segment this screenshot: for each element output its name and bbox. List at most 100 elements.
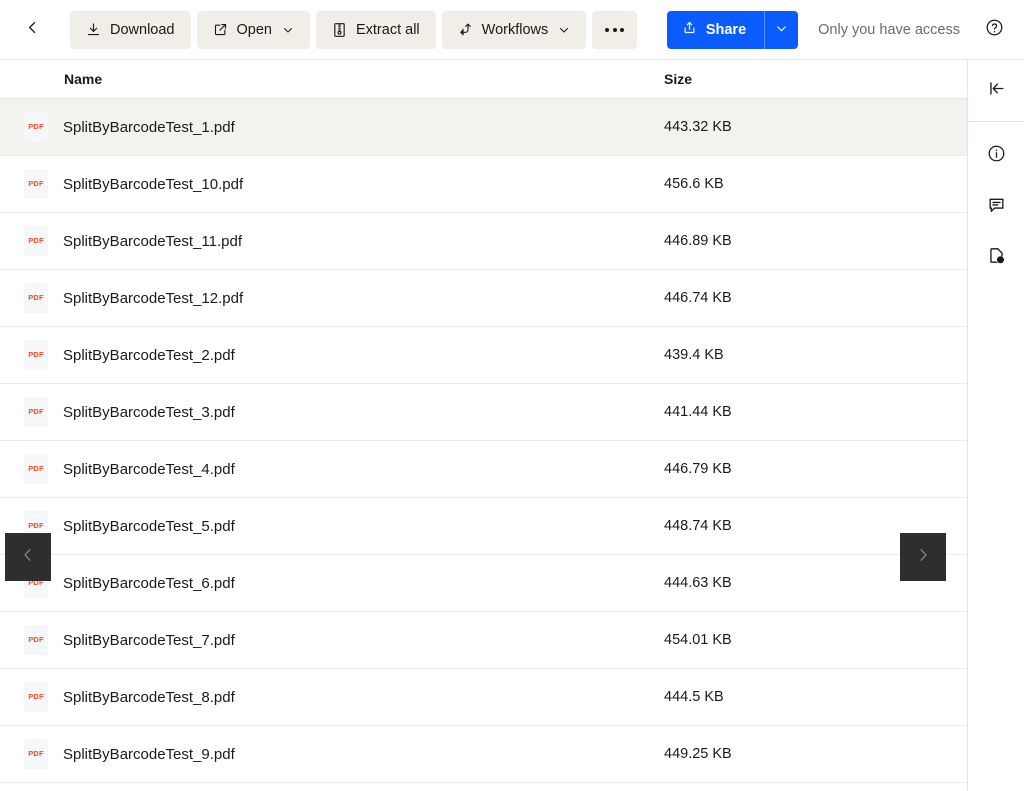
file-name-label: SplitByBarcodeTest_10.pdf	[63, 176, 243, 193]
table-row[interactable]: PDFSplitByBarcodeTest_3.pdf441.44 KB	[0, 384, 967, 441]
table-row[interactable]: PDF SplitByBarcodeTest_4.pdf 446.79 KB	[0, 441, 967, 498]
pdf-file-icon-label: PDF	[28, 465, 44, 473]
sidebar-item-info[interactable]	[979, 139, 1013, 173]
extract-all-button[interactable]: Extract all	[316, 11, 436, 49]
pdf-file-icon-label: PDF	[28, 693, 44, 701]
file-size-label: 446.89 KB	[650, 233, 967, 249]
table-row[interactable]: PDF SplitByBarcodeTest_5.pdf 448.74 KB	[0, 498, 967, 555]
table-row[interactable]: PDFSplitByBarcodeTest_11.pdf446.89 KB	[0, 213, 967, 270]
share-button[interactable]: Share	[667, 11, 764, 49]
file-name-label: SplitByBarcodeTest_8.pdf	[63, 689, 235, 706]
file-name-cell: PDF SplitByBarcodeTest_9.pdf	[0, 739, 650, 769]
file-name-cell: PDF SplitByBarcodeTest_4.pdf	[0, 454, 650, 484]
table-row[interactable]: PDFSplitByBarcodeTest_6.pdf444.63 KB	[0, 555, 967, 612]
pdf-file-icon-label: PDF	[28, 180, 44, 188]
chevron-left-icon	[19, 546, 37, 569]
file-name-label: SplitByBarcodeTest_3.pdf	[63, 404, 235, 421]
file-list-pane: Name Size PDF SplitByBarcodeTest_1.pdf 443…	[0, 60, 968, 791]
file-size-label: 448.74 KB	[650, 518, 967, 534]
file-size-label: 446.74 KB	[650, 290, 967, 306]
content-area: Name Size PDF SplitByBarcodeTest_1.pdf 443…	[0, 60, 1024, 791]
pdf-file-icon: PDF	[24, 397, 48, 427]
file-size-label: 444.5 KB	[650, 689, 967, 705]
download-icon	[86, 22, 101, 37]
pdf-file-icon: PDF	[24, 625, 48, 655]
pdf-file-icon-label: PDF	[28, 237, 44, 245]
file-preview-page: Download Open Extract all	[0, 0, 1024, 791]
extract-all-button-label: Extract all	[356, 22, 420, 38]
pdf-file-icon-label: PDF	[28, 294, 44, 302]
share-button-label: Share	[706, 22, 746, 38]
collapse-panel-left-icon	[987, 79, 1006, 103]
document-badge-icon	[987, 246, 1006, 270]
file-name-cell: PDF SplitByBarcodeTest_7.pdf	[0, 625, 650, 655]
file-name-label: SplitByBarcodeTest_4.pdf	[63, 461, 235, 478]
file-size-label: 456.6 KB	[650, 176, 967, 192]
file-size-label: 454.01 KB	[650, 632, 967, 648]
table-row[interactable]: PDF SplitByBarcodeTest_7.pdf 454.01 KB	[0, 612, 967, 669]
collapse-panel-button[interactable]	[979, 74, 1013, 108]
table-row[interactable]: PDFSplitByBarcodeTest_9.pdf449.25 KB	[0, 726, 967, 783]
pdf-file-icon-label: PDF	[28, 408, 44, 416]
sidebar-item-comments[interactable]	[979, 190, 1013, 224]
share-control: Share	[667, 11, 798, 49]
pdf-file-icon-label: PDF	[28, 351, 44, 359]
pdf-file-icon: PDF	[24, 340, 48, 370]
access-status-text: Only you have access	[818, 22, 960, 38]
file-size-label: 443.32 KB	[650, 119, 967, 135]
pdf-file-icon: PDF	[24, 169, 48, 199]
workflows-icon	[458, 22, 473, 37]
table-row[interactable]: PDFSplitByBarcodeTest_12.pdf446.74 KB	[0, 270, 967, 327]
table-row[interactable]: PDFSplitByBarcodeTest_2.pdf439.4 KB	[0, 327, 967, 384]
table-row[interactable]: PDF SplitByBarcodeTest_1.pdf 443.32 KB	[0, 99, 967, 156]
help-button[interactable]	[978, 14, 1010, 46]
chevron-down-icon	[558, 24, 570, 36]
chevron-right-icon	[914, 546, 932, 569]
pdf-file-icon-label: PDF	[28, 636, 44, 644]
comment-icon	[987, 195, 1006, 219]
file-name-label: SplitByBarcodeTest_7.pdf	[63, 632, 235, 649]
file-name-cell: PDF SplitByBarcodeTest_3.pdf	[0, 397, 650, 427]
file-name-cell: PDF SplitByBarcodeTest_2.pdf	[0, 340, 650, 370]
column-header-size[interactable]: Size	[650, 71, 967, 87]
table-row[interactable]: PDF SplitByBarcodeTest_8.pdf 444.5 KB	[0, 669, 967, 726]
info-circle-icon	[987, 144, 1006, 168]
share-dropdown-button[interactable]	[764, 11, 798, 49]
right-sidebar	[968, 60, 1024, 791]
pdf-file-icon-label: PDF	[28, 750, 44, 758]
download-button[interactable]: Download	[70, 11, 191, 49]
next-file-button[interactable]	[900, 533, 946, 581]
download-button-label: Download	[110, 22, 175, 38]
column-header-name[interactable]: Name	[0, 71, 650, 87]
pdf-file-icon-label: PDF	[28, 123, 44, 131]
chevron-down-icon	[775, 22, 788, 38]
file-name-label: SplitByBarcodeTest_9.pdf	[63, 746, 235, 763]
pdf-file-icon: PDF	[24, 454, 48, 484]
help-circle-icon	[985, 18, 1004, 42]
file-size-label: 446.79 KB	[650, 461, 967, 477]
file-name-label: SplitByBarcodeTest_1.pdf	[63, 119, 235, 136]
open-external-icon	[213, 22, 228, 37]
file-name-cell: PDF SplitByBarcodeTest_10.pdf	[0, 169, 650, 199]
file-name-label: SplitByBarcodeTest_2.pdf	[63, 347, 235, 364]
pdf-file-icon-label: PDF	[28, 522, 44, 530]
file-list-header: Name Size	[0, 60, 967, 99]
back-button[interactable]	[16, 14, 48, 46]
toolbar: Download Open Extract all	[0, 0, 1024, 60]
sidebar-tool-list	[968, 122, 1024, 275]
sidebar-item-document-status[interactable]	[979, 241, 1013, 275]
table-row[interactable]: PDF SplitByBarcodeTest_10.pdf 456.6 KB	[0, 156, 967, 213]
open-button-label: Open	[237, 22, 272, 38]
workflows-button[interactable]: Workflows	[442, 11, 587, 49]
sidebar-collapse-row	[968, 60, 1024, 122]
previous-file-button[interactable]	[5, 533, 51, 581]
file-name-cell: PDF SplitByBarcodeTest_8.pdf	[0, 682, 650, 712]
open-button[interactable]: Open	[197, 11, 310, 49]
file-name-label: SplitByBarcodeTest_5.pdf	[63, 518, 235, 535]
more-options-button[interactable]	[592, 11, 637, 49]
chevron-down-icon	[282, 24, 294, 36]
ellipsis-icon	[605, 28, 624, 32]
pdf-file-icon: PDF	[24, 283, 48, 313]
file-name-label: SplitByBarcodeTest_6.pdf	[63, 575, 235, 592]
pdf-file-icon: PDF	[24, 226, 48, 256]
